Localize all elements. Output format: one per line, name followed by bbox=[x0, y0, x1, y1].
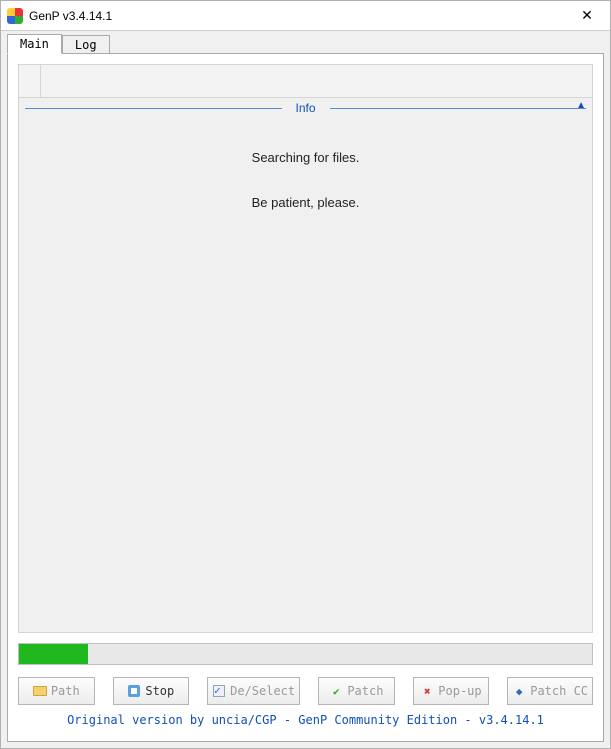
footer-text: Original version by uncia/CGP - GenP Com… bbox=[18, 705, 593, 731]
info-panel-body: Searching for files. Be patient, please. bbox=[19, 118, 592, 632]
close-icon: ✕ bbox=[581, 7, 593, 24]
folder-icon bbox=[33, 684, 47, 698]
button-row: Path Stop De/Select ✔ Patch ✖ Pop-up ◆ P… bbox=[18, 677, 593, 705]
shield-green-icon: ✔ bbox=[329, 684, 343, 698]
close-button[interactable]: ✕ bbox=[564, 1, 610, 30]
divider-line bbox=[25, 108, 282, 109]
patch-button-label: Patch bbox=[347, 684, 383, 698]
patchcc-button[interactable]: ◆ Patch CC bbox=[507, 677, 593, 705]
stop-button[interactable]: Stop bbox=[113, 677, 190, 705]
tab-main[interactable]: Main bbox=[7, 34, 62, 54]
status-line-1: Searching for files. bbox=[19, 150, 592, 165]
path-button-label: Path bbox=[51, 684, 80, 698]
tab-log-label: Log bbox=[75, 38, 97, 52]
progress-bar bbox=[18, 643, 593, 665]
app-window: GenP v3.4.14.1 ✕ Main Log Info ▲ Searchi… bbox=[0, 0, 611, 749]
status-line-2: Be patient, please. bbox=[19, 195, 592, 210]
stop-icon bbox=[127, 684, 141, 698]
main-tab-pane: Info ▲ Searching for files. Be patient, … bbox=[7, 53, 604, 742]
patchcc-button-label: Patch CC bbox=[530, 684, 588, 698]
patch-button[interactable]: ✔ Patch bbox=[318, 677, 395, 705]
shield-blue-icon: ◆ bbox=[512, 684, 526, 698]
divider-line bbox=[330, 108, 587, 109]
popup-button-label: Pop-up bbox=[438, 684, 481, 698]
deselect-button[interactable]: De/Select bbox=[207, 677, 300, 705]
file-list-header bbox=[18, 64, 593, 98]
tab-main-label: Main bbox=[20, 37, 49, 51]
progress-fill bbox=[19, 644, 88, 664]
info-panel-header[interactable]: Info ▲ bbox=[19, 98, 592, 118]
grid-header bbox=[41, 65, 592, 97]
check-icon bbox=[212, 684, 226, 698]
window-title: GenP v3.4.14.1 bbox=[29, 9, 564, 23]
shield-red-icon: ✖ bbox=[420, 684, 434, 698]
popup-button[interactable]: ✖ Pop-up bbox=[413, 677, 490, 705]
path-button[interactable]: Path bbox=[18, 677, 95, 705]
grid-corner bbox=[19, 65, 41, 97]
app-icon bbox=[7, 8, 23, 24]
stop-button-label: Stop bbox=[145, 684, 174, 698]
deselect-button-label: De/Select bbox=[230, 684, 295, 698]
info-panel-title: Info bbox=[288, 101, 324, 115]
collapse-icon[interactable]: ▲ bbox=[576, 100, 586, 111]
tab-log[interactable]: Log bbox=[62, 35, 110, 54]
titlebar: GenP v3.4.14.1 ✕ bbox=[1, 1, 610, 31]
info-panel: Info ▲ Searching for files. Be patient, … bbox=[18, 98, 593, 633]
tabstrip: Main Log bbox=[1, 31, 610, 53]
